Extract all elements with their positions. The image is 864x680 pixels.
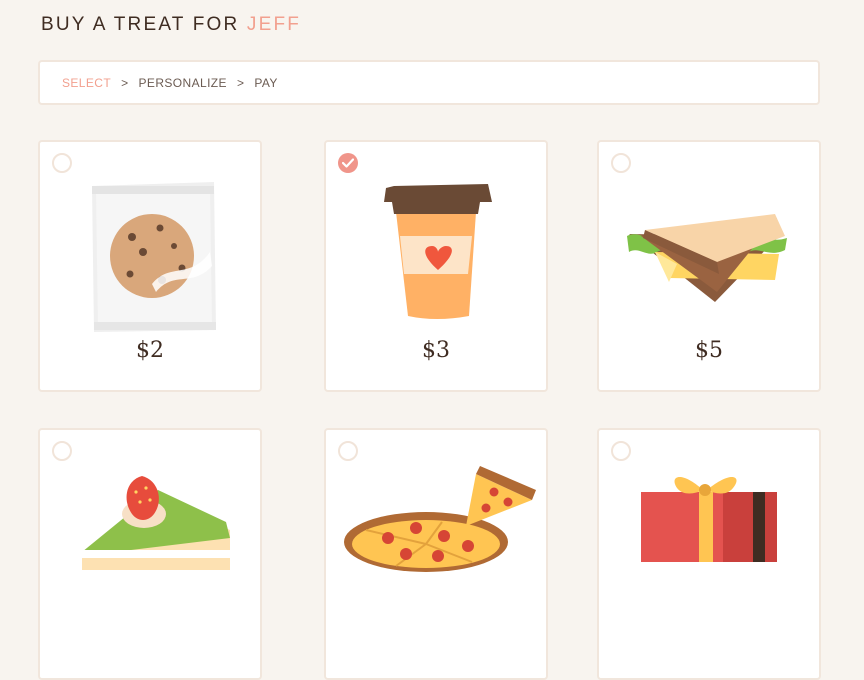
treat-card-pizza[interactable] (324, 428, 548, 680)
step-personalize[interactable]: PERSONALIZE (139, 76, 227, 90)
title-prefix: BUY A TREAT FOR (41, 14, 247, 35)
price-label: $2 (136, 338, 164, 363)
coffee-cup-icon (384, 184, 492, 319)
pizza-icon (344, 466, 536, 572)
page-title: BUY A TREAT FOR JEFF (41, 14, 301, 36)
price-label: $5 (695, 338, 723, 363)
step-separator: > (121, 75, 129, 90)
gift-box-icon (641, 476, 777, 562)
treat-card-coffee[interactable]: $3 (324, 140, 548, 392)
treat-card-cake[interactable] (38, 428, 262, 680)
step-select[interactable]: SELECT (62, 76, 111, 90)
treat-card-sandwich[interactable]: $5 (597, 140, 821, 392)
cake-slice-icon (82, 476, 230, 570)
step-separator: > (236, 75, 245, 90)
checkout-steps: SELECT > PERSONALIZE > PAY (38, 60, 820, 105)
cookie-icon (92, 182, 216, 332)
sandwich-icon (627, 214, 787, 302)
treat-card-cookie[interactable]: $2 (38, 140, 262, 392)
recipient-name: JEFF (246, 14, 302, 35)
price-label: $3 (422, 338, 450, 363)
treat-card-gift[interactable] (597, 428, 821, 680)
step-pay[interactable]: PAY (254, 76, 277, 90)
